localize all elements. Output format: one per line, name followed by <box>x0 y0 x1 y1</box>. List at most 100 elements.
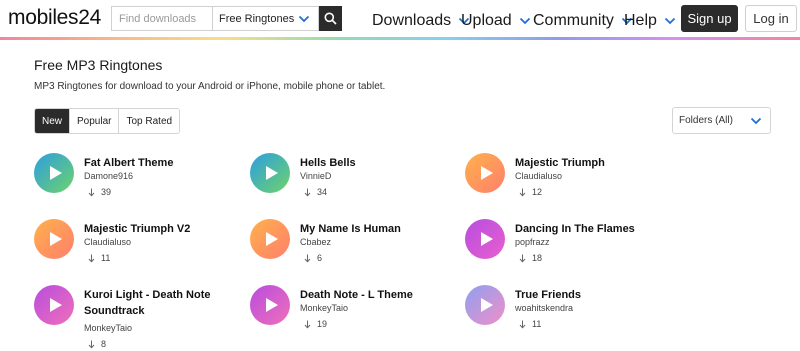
play-button[interactable] <box>250 153 290 193</box>
ringtone-author[interactable]: VinnieD <box>300 171 331 181</box>
ringtone-item[interactable]: Fat Albert Theme Damone916 39 <box>34 153 234 213</box>
search-category-label: Free Ringtones <box>219 12 295 25</box>
search-input[interactable] <box>111 6 212 31</box>
play-icon <box>49 298 62 312</box>
ringtone-item[interactable]: Majestic Triumph Claudialuso 12 <box>465 153 665 213</box>
play-button[interactable] <box>34 219 74 259</box>
nav-help[interactable]: Help <box>624 12 676 30</box>
tab-popular[interactable]: Popular <box>70 109 120 133</box>
play-button[interactable] <box>250 285 290 325</box>
download-count-value: 8 <box>101 339 107 349</box>
nav-upload[interactable]: Upload <box>461 12 531 30</box>
download-count: 12 <box>519 187 542 197</box>
chevron-down-icon <box>298 15 310 22</box>
download-count-value: 11 <box>532 319 542 329</box>
play-icon <box>265 298 278 312</box>
download-count-value: 34 <box>317 187 328 197</box>
sort-tabs: New Popular Top Rated <box>34 108 181 134</box>
ringtone-title[interactable]: Majestic Triumph <box>515 155 655 171</box>
play-icon <box>480 232 493 246</box>
download-arrow-icon <box>304 320 311 329</box>
download-count-value: 18 <box>532 253 543 263</box>
nav-downloads-label: Downloads <box>372 12 452 29</box>
nav-community-label: Community <box>533 12 614 29</box>
play-icon <box>49 166 62 180</box>
folders-select[interactable]: Folders (All) <box>672 107 771 134</box>
play-button[interactable] <box>465 285 505 325</box>
folders-select-label: Folders (All) <box>679 115 733 126</box>
download-arrow-icon <box>304 188 311 197</box>
ringtone-item[interactable]: Death Note - L Theme MonkeyTaio 19 <box>250 285 450 345</box>
ringtone-title[interactable]: True Friends <box>515 287 655 303</box>
ringtone-item[interactable]: My Name Is Human Cbabez 6 <box>250 219 450 279</box>
search-bar: Free Ringtones <box>111 6 342 31</box>
download-count: 11 <box>88 253 110 263</box>
signup-button[interactable]: Sign up <box>681 5 738 32</box>
search-icon <box>324 12 337 25</box>
play-button[interactable] <box>34 153 74 193</box>
ringtone-author[interactable]: Cbabez <box>300 237 331 247</box>
download-count-value: 6 <box>317 253 323 263</box>
ringtone-title[interactable]: Dancing In The Flames <box>515 221 655 237</box>
rainbow-divider <box>0 37 800 40</box>
download-arrow-icon <box>304 254 311 263</box>
ringtone-title[interactable]: Hells Bells <box>300 155 440 171</box>
download-count: 6 <box>304 253 322 263</box>
download-count-value: 39 <box>101 187 112 197</box>
ringtone-author[interactable]: Claudialuso <box>84 237 131 247</box>
download-count: 39 <box>88 187 111 197</box>
ringtone-author[interactable]: MonkeyTaio <box>84 323 132 333</box>
play-icon <box>49 232 62 246</box>
ringtone-author[interactable]: Claudialuso <box>515 171 562 181</box>
site-logo[interactable]: mobiles24 <box>8 6 101 30</box>
chevron-down-icon <box>519 17 530 25</box>
nav-upload-label: Upload <box>461 12 512 29</box>
play-button[interactable] <box>465 153 505 193</box>
ringtone-item[interactable]: True Friends woahitskendra 11 <box>465 285 665 345</box>
download-count-value: 11 <box>101 253 111 263</box>
search-category-select[interactable]: Free Ringtones <box>212 6 319 31</box>
download-arrow-icon <box>88 254 95 263</box>
chevron-down-icon <box>750 117 762 124</box>
download-count: 11 <box>519 319 541 329</box>
nav-help-label: Help <box>624 12 657 29</box>
page-subtitle: MP3 Ringtones for download to your Andro… <box>34 81 386 92</box>
download-count: 19 <box>304 319 327 329</box>
download-count: 34 <box>304 187 327 197</box>
download-count-value: 19 <box>317 319 328 329</box>
ringtone-author[interactable]: MonkeyTaio <box>300 303 348 313</box>
nav-downloads[interactable]: Downloads <box>372 12 470 30</box>
download-arrow-icon <box>519 320 526 329</box>
play-icon <box>265 232 278 246</box>
download-count-value: 12 <box>532 187 543 197</box>
play-icon <box>480 166 493 180</box>
ringtone-title[interactable]: Majestic Triumph V2 <box>84 221 224 237</box>
ringtone-item[interactable]: Dancing In The Flames popfrazz 18 <box>465 219 665 279</box>
download-count: 8 <box>88 339 106 349</box>
ringtone-title[interactable]: Kuroi Light - Death Note Soundtrack <box>84 287 224 319</box>
ringtone-title[interactable]: Death Note - L Theme <box>300 287 440 303</box>
chevron-down-icon <box>664 17 676 25</box>
nav-community[interactable]: Community <box>533 12 633 30</box>
ringtone-title[interactable]: Fat Albert Theme <box>84 155 224 171</box>
ringtone-author[interactable]: woahitskendra <box>515 303 573 313</box>
ringtone-item[interactable]: Kuroi Light - Death Note Soundtrack Monke… <box>34 285 234 349</box>
ringtone-title[interactable]: My Name Is Human <box>300 221 440 237</box>
search-button[interactable] <box>319 6 342 31</box>
play-icon <box>480 298 493 312</box>
ringtone-item[interactable]: Majestic Triumph V2 Claudialuso 11 <box>34 219 234 279</box>
login-button[interactable]: Log in <box>745 5 797 32</box>
tab-new[interactable]: New <box>35 109 71 133</box>
ringtone-author[interactable]: Damone916 <box>84 171 133 181</box>
ringtone-item[interactable]: Hells Bells VinnieD 34 <box>250 153 450 213</box>
tab-top-rated[interactable]: Top Rated <box>119 109 180 133</box>
site-header: mobiles24 Free Ringtones Downloads Uploa… <box>0 0 800 37</box>
page-title: Free MP3 Ringtones <box>34 57 163 73</box>
ringtone-author[interactable]: popfrazz <box>515 237 550 247</box>
play-button[interactable] <box>465 219 505 259</box>
play-button[interactable] <box>34 285 74 325</box>
download-arrow-icon <box>88 340 95 349</box>
download-count: 18 <box>519 253 542 263</box>
play-button[interactable] <box>250 219 290 259</box>
download-arrow-icon <box>519 188 526 197</box>
